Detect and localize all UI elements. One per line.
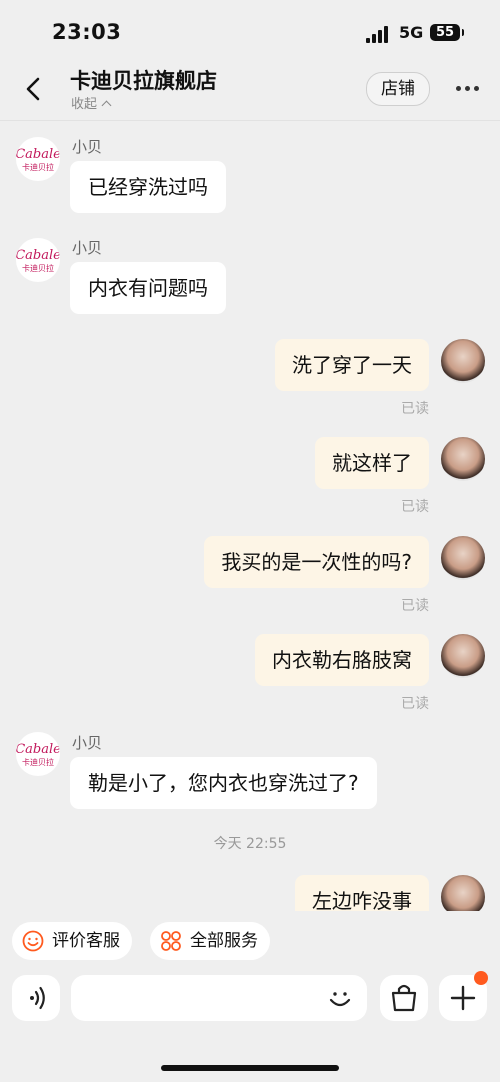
- chip-label: 全部服务: [190, 931, 258, 951]
- emoji-icon: [329, 992, 351, 1007]
- emoji-button[interactable]: [327, 986, 353, 1012]
- user-avatar[interactable]: [441, 339, 485, 383]
- quick-actions-bar: 评价客服 全部服务: [0, 911, 500, 969]
- svg-text:Cabale: Cabale: [16, 742, 60, 757]
- chevron-left-icon: [26, 77, 40, 101]
- svg-text:Cabale: Cabale: [16, 248, 60, 263]
- collapse-toggle[interactable]: 收起: [71, 93, 112, 112]
- rate-service-button[interactable]: 评价客服: [12, 922, 132, 960]
- home-indicator: [161, 1065, 339, 1071]
- user-avatar[interactable]: [441, 875, 485, 911]
- message-bubble-out[interactable]: 洗了穿了一天: [275, 339, 429, 391]
- notification-dot: [474, 971, 488, 985]
- read-status: 已读: [401, 401, 429, 417]
- message-bubble-out[interactable]: 内衣勒右胳肢窝: [255, 634, 429, 686]
- input-bar: [0, 969, 500, 1082]
- status-bar: 23:03 5G 55: [0, 0, 500, 62]
- svg-text:Cabale: Cabale: [16, 147, 60, 162]
- shop-logo: Cabale 卡迪贝拉: [16, 248, 60, 273]
- read-status: 已读: [401, 696, 429, 712]
- collapse-label: 收起: [71, 97, 98, 112]
- shopping-bag-icon: [391, 984, 417, 1012]
- shop-avatar[interactable]: Cabale 卡迪贝拉: [16, 238, 60, 282]
- user-avatar[interactable]: [441, 634, 485, 678]
- status-time: 23:03: [52, 20, 122, 44]
- shop-avatar[interactable]: Cabale 卡迪贝拉: [16, 137, 60, 181]
- message-bubble-out[interactable]: 我买的是一次性的吗?: [204, 536, 429, 588]
- back-button[interactable]: [20, 74, 48, 104]
- svg-text:卡迪贝拉: 卡迪贝拉: [22, 162, 54, 172]
- network-type: 5G: [399, 23, 424, 42]
- message-bubble-in[interactable]: 勒是小了，您内衣也穿洗过了?: [70, 757, 377, 809]
- voice-icon: [30, 986, 45, 1010]
- read-status: 已读: [401, 598, 429, 614]
- signal-icon: [366, 25, 392, 43]
- more-dots-icon: [456, 86, 461, 91]
- svg-text:卡迪贝拉: 卡迪贝拉: [22, 263, 54, 273]
- voice-button[interactable]: [12, 975, 60, 1021]
- more-button[interactable]: [454, 86, 482, 92]
- smile-icon: [22, 930, 44, 952]
- message-bubble-in[interactable]: 已经穿洗过吗: [70, 161, 226, 213]
- user-avatar[interactable]: [441, 437, 485, 481]
- chat-header: 卡迪贝拉旗舰店 收起 店铺: [0, 62, 500, 121]
- chat-area[interactable]: Cabale 卡迪贝拉 小贝 已经穿洗过吗 Cabale 卡迪贝拉 小贝 内衣有…: [0, 121, 500, 911]
- sender-name: 小贝: [72, 239, 103, 257]
- shop-logo: Cabale 卡迪贝拉: [16, 147, 60, 172]
- read-status: 已读: [401, 499, 429, 515]
- battery-icon: 55: [430, 24, 464, 41]
- grid-flower-icon: [161, 931, 181, 951]
- message-input[interactable]: [71, 975, 367, 1021]
- svg-text:卡迪贝拉: 卡迪贝拉: [22, 757, 54, 767]
- all-services-button[interactable]: 全部服务: [150, 922, 270, 960]
- sender-name: 小贝: [72, 138, 103, 156]
- shop-logo: Cabale 卡迪贝拉: [16, 742, 60, 767]
- chip-label: 评价客服: [52, 931, 120, 951]
- chevron-up-icon: [101, 100, 112, 111]
- message-bubble-out[interactable]: 就这样了: [315, 437, 429, 489]
- time-divider: 今天 22:55: [213, 836, 287, 852]
- shop-avatar[interactable]: Cabale 卡迪贝拉: [16, 732, 60, 776]
- shopping-bag-button[interactable]: [380, 975, 428, 1021]
- message-bubble-in[interactable]: 内衣有问题吗: [70, 262, 226, 314]
- sender-name: 小贝: [72, 734, 103, 752]
- message-bubble-out[interactable]: 左边咋没事: [295, 875, 429, 911]
- user-avatar[interactable]: [441, 536, 485, 580]
- shop-title: 卡迪贝拉旗舰店: [70, 69, 217, 93]
- store-button[interactable]: 店铺: [366, 72, 430, 106]
